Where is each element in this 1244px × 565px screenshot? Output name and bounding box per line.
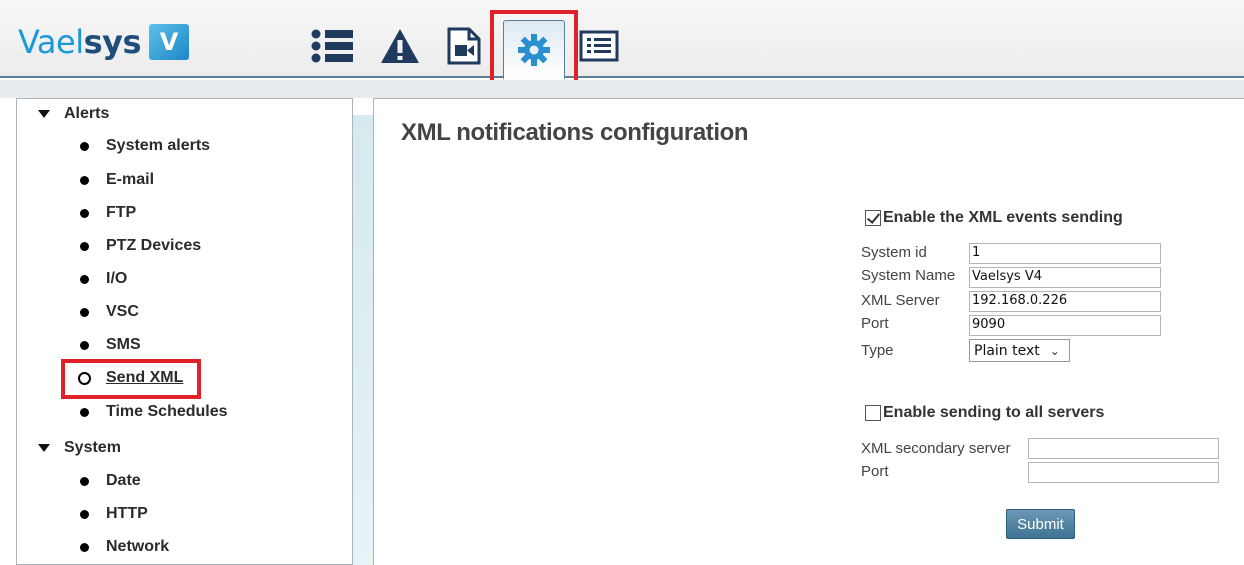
sidebar-item-label: Time Schedules — [106, 403, 228, 420]
sidebar-section-system[interactable]: System — [38, 439, 121, 457]
bullet-icon — [80, 175, 89, 185]
port-label: Port — [861, 315, 889, 332]
sidebar-item-label: PTZ Devices — [106, 237, 202, 254]
logo-text-part1: Vael — [18, 23, 84, 61]
sidebar-item-ptz-devices[interactable]: PTZ Devices — [80, 237, 201, 255]
sidebar-item-io[interactable]: I/O — [80, 270, 127, 288]
caret-down-icon — [38, 110, 50, 118]
secondary-port-label: Port — [861, 463, 889, 480]
enable-xml-row: Enable the XML events sending — [865, 209, 1123, 227]
enable-all-checkbox[interactable] — [865, 405, 881, 421]
sidebar-item-http[interactable]: HTTP — [80, 505, 148, 523]
enable-xml-label: Enable the XML events sending — [883, 209, 1123, 226]
sidebar-item-ftp[interactable]: FTP — [80, 204, 136, 222]
bullet-icon — [80, 407, 89, 417]
system-id-label: System id — [861, 244, 927, 261]
bullet-icon — [80, 208, 89, 218]
sidebar-item-date[interactable]: Date — [80, 472, 141, 490]
xml-server-input[interactable]: 192.168.0.226 — [969, 291, 1161, 312]
sidebar-item-label: Network — [106, 538, 170, 555]
type-select[interactable]: Plain text ⌄ — [969, 339, 1070, 362]
chevron-down-icon: ⌄ — [1049, 343, 1060, 358]
bullet-icon — [80, 509, 89, 519]
bullet-icon — [80, 274, 89, 284]
system-id-input[interactable]: 1 — [969, 243, 1161, 264]
sidebar-item-time-schedules[interactable]: Time Schedules — [80, 403, 228, 421]
sidebar-item-label: VSC — [106, 303, 139, 320]
logo-badge: V — [149, 24, 190, 60]
sidebar-item-label: I/O — [106, 270, 128, 287]
bullet-icon — [80, 542, 89, 552]
toolbar-shadow-strip — [0, 80, 1244, 98]
bullet-icon — [80, 141, 89, 151]
sidebar-item-system-alerts[interactable]: System alerts — [80, 137, 210, 155]
sidebar-item-sms[interactable]: SMS — [80, 336, 141, 354]
sidebar-section-label: System — [64, 439, 121, 456]
system-name-label: System Name — [861, 267, 956, 284]
bullet-icon — [80, 241, 89, 251]
page-title: XML notifications configuration — [401, 119, 749, 146]
settings-sidebar — [16, 98, 353, 565]
secondary-server-label: XML secondary server — [861, 440, 1011, 457]
bullet-icon — [80, 340, 89, 350]
type-label: Type — [861, 342, 894, 359]
enable-all-row: Enable sending to all servers — [865, 404, 1104, 422]
sidebar-item-vsc[interactable]: VSC — [80, 303, 139, 321]
logo-text-part2: sys — [83, 23, 142, 61]
caret-down-icon — [38, 444, 50, 452]
list-icon[interactable] — [309, 22, 357, 70]
sidebar-item-label: E-mail — [106, 171, 155, 188]
sidebar-section-alerts[interactable]: Alerts — [38, 105, 109, 123]
secondary-port-input[interactable] — [1028, 462, 1219, 483]
submit-button[interactable]: Submit — [1006, 509, 1075, 539]
xml-server-label: XML Server — [861, 292, 940, 309]
sidebar-item-network[interactable]: Network — [80, 538, 169, 556]
enable-all-label: Enable sending to all servers — [883, 404, 1105, 421]
warning-icon[interactable] — [376, 22, 424, 70]
vaelsys-logo: Vael sys V — [18, 22, 190, 62]
sidebar-item-label: System alerts — [106, 137, 211, 154]
bullet-icon — [80, 307, 89, 317]
sidebar-item-label: Send XML — [106, 369, 184, 386]
bullet-icon — [80, 476, 89, 486]
sidebar-item-label: FTP — [106, 204, 137, 221]
sidebar-item-label: Date — [106, 472, 141, 489]
gear-icon[interactable] — [503, 20, 565, 80]
sidebar-item-send-xml[interactable]: Send XML — [78, 369, 184, 387]
log-list-icon[interactable] — [575, 22, 623, 70]
sidebar-item-label: HTTP — [106, 505, 148, 522]
sidebar-section-label: Alerts — [64, 105, 110, 122]
video-file-icon[interactable] — [440, 22, 488, 70]
secondary-server-input[interactable] — [1028, 438, 1219, 459]
system-name-input[interactable]: Vaelsys V4 — [969, 267, 1161, 288]
type-select-value: Plain text — [974, 342, 1040, 359]
sidebar-item-label: SMS — [106, 336, 141, 353]
enable-xml-checkbox[interactable] — [865, 210, 881, 226]
port-input[interactable]: 9090 — [969, 315, 1161, 336]
top-toolbar: Vael sys V — [0, 0, 1244, 80]
sidebar-item-email[interactable]: E-mail — [80, 171, 154, 189]
selected-ring-icon — [78, 371, 91, 385]
